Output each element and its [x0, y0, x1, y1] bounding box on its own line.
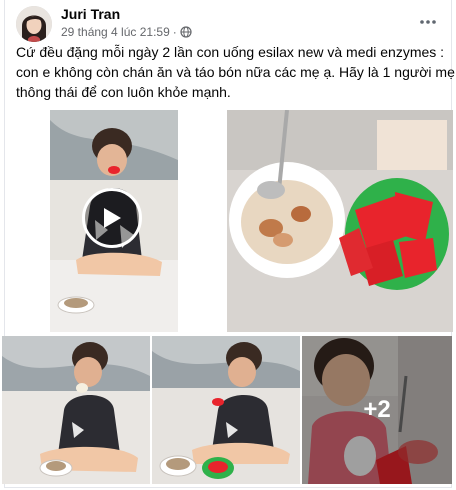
post-caption: Cứ đều đặng mỗi ngày 2 lần con uống esil…	[16, 42, 455, 102]
play-icon[interactable]	[82, 188, 142, 248]
facebook-post: Juri Tran 29 tháng 4 lúc 21:59 · Cứ đều …	[0, 0, 456, 490]
video-thumbnail[interactable]	[50, 110, 178, 332]
caption-line: Cứ đều đặng mỗi ngày 2 lần con uống esil…	[16, 44, 445, 60]
caption-line: thông thái để con luôn khỏe mạnh.	[16, 84, 231, 100]
more-photos-count: +2	[363, 396, 391, 423]
more-photos-overlay[interactable]: +2	[302, 336, 452, 484]
photo-thumbnail[interactable]	[152, 336, 300, 484]
post-meta: 29 tháng 4 lúc 21:59 ·	[61, 25, 192, 39]
photo-thumbnail[interactable]: +2	[302, 336, 452, 484]
globe-icon[interactable]	[180, 26, 192, 38]
caption-line: con e không còn chán ăn và táo bón nữa c…	[16, 64, 455, 80]
photo-thumbnail[interactable]	[2, 336, 150, 484]
more-options-icon[interactable]	[418, 12, 438, 32]
food-photo[interactable]	[227, 110, 453, 332]
meta-separator: ·	[172, 25, 177, 39]
post-timestamp[interactable]: 29 tháng 4 lúc 21:59	[61, 25, 170, 39]
author-name[interactable]: Juri Tran	[61, 6, 120, 22]
author-avatar[interactable]	[16, 6, 52, 42]
